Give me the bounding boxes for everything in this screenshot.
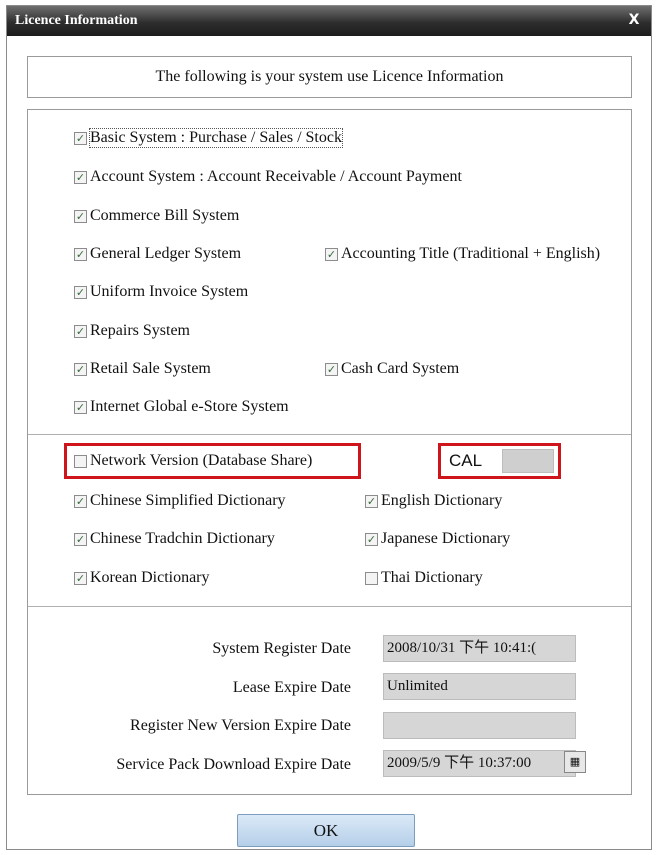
- checkbox-label: Commerce Bill System: [90, 207, 240, 224]
- checkbox-account-system[interactable]: Account System : Account Receivable / Ac…: [74, 166, 462, 188]
- checkbox-label: Retail Sale System: [90, 360, 211, 377]
- checkbox-english-dictionary[interactable]: English Dictionary: [365, 490, 502, 512]
- checkbox-general-ledger[interactable]: General Ledger System: [74, 243, 241, 265]
- checkbox-icon: [365, 494, 378, 508]
- header-text: The following is your system use Licence…: [155, 68, 504, 85]
- checkbox-icon: [74, 362, 87, 376]
- checkbox-label: Basic System : Purchase / Sales / Stock: [89, 128, 343, 148]
- checkbox-internet-estore[interactable]: Internet Global e-Store System: [74, 396, 289, 418]
- service-pack-expire-date-label: Service Pack Download Expire Date: [116, 756, 351, 773]
- title-bar[interactable]: Licence Information X: [7, 6, 651, 36]
- ok-button[interactable]: OK: [237, 814, 415, 847]
- close-icon[interactable]: X: [623, 10, 645, 30]
- checkbox-icon: [74, 209, 87, 223]
- checkbox-label: Japanese Dictionary: [381, 530, 511, 547]
- checkbox-label: Network Version (Database Share): [90, 452, 313, 469]
- checkbox-label: Thai Dictionary: [381, 569, 483, 586]
- divider: [28, 434, 631, 435]
- checkbox-icon: [325, 362, 338, 376]
- system-register-date-label: System Register Date: [212, 640, 351, 657]
- checkbox-icon: [74, 131, 87, 145]
- checkbox-icon: [74, 170, 87, 184]
- checkbox-network-version[interactable]: Network Version (Database Share): [74, 450, 312, 472]
- checkbox-icon: [74, 400, 87, 414]
- window-title: Licence Information: [15, 13, 138, 28]
- checkbox-japanese-dictionary[interactable]: Japanese Dictionary: [365, 528, 510, 550]
- checkbox-retail-sale[interactable]: Retail Sale System: [74, 358, 211, 380]
- checkbox-icon: [74, 571, 87, 585]
- checkbox-repairs[interactable]: Repairs System: [74, 320, 190, 342]
- lease-expire-date-label: Lease Expire Date: [232, 679, 351, 696]
- checkbox-uniform-invoice[interactable]: Uniform Invoice System: [74, 281, 248, 303]
- checkbox-label: Internet Global e-Store System: [90, 398, 289, 415]
- checkbox-chinese-simplified[interactable]: Chinese Simplified Dictionary: [74, 490, 286, 512]
- checkbox-label: General Ledger System: [90, 245, 242, 262]
- checkbox-chinese-tradchin[interactable]: Chinese Tradchin Dictionary: [74, 528, 275, 550]
- checkbox-icon: [74, 532, 87, 546]
- register-new-version-expire-date-field[interactable]: [383, 712, 576, 739]
- checkbox-icon: [365, 571, 378, 585]
- checkbox-label: Korean Dictionary: [90, 569, 210, 586]
- checkbox-korean-dictionary[interactable]: Korean Dictionary: [74, 567, 210, 589]
- checkbox-icon: [74, 247, 87, 261]
- checkbox-label: Uniform Invoice System: [90, 283, 249, 300]
- checkbox-icon: [74, 494, 87, 508]
- checkbox-label: English Dictionary: [381, 492, 503, 509]
- register-new-version-expire-date-label: Register New Version Expire Date: [130, 717, 351, 734]
- checkbox-commerce-bill[interactable]: Commerce Bill System: [74, 205, 239, 227]
- checkbox-icon: [74, 454, 87, 468]
- checkbox-icon: [74, 285, 87, 299]
- checkbox-basic-system[interactable]: Basic System : Purchase / Sales / Stock: [74, 127, 343, 149]
- checkbox-accounting-title[interactable]: Accounting Title (Traditional + English): [325, 243, 600, 265]
- licence-dialog: Licence Information X The following is y…: [6, 5, 652, 850]
- checkbox-cash-card[interactable]: Cash Card System: [325, 358, 459, 380]
- checkbox-icon: [74, 324, 87, 338]
- checkbox-label: Chinese Simplified Dictionary: [90, 492, 286, 509]
- system-register-date-field[interactable]: 2008/10/31 下午 10:41:(: [383, 635, 576, 662]
- lease-expire-date-field[interactable]: Unlimited: [383, 673, 576, 700]
- divider: [28, 606, 631, 607]
- service-pack-expire-date-field[interactable]: 2009/5/9 下午 10:37:00: [383, 750, 576, 777]
- checkbox-thai-dictionary[interactable]: Thai Dictionary: [365, 567, 483, 589]
- checkbox-icon: [325, 247, 338, 261]
- header-panel: The following is your system use Licence…: [27, 56, 632, 98]
- checkbox-icon: [365, 532, 378, 546]
- licence-panel: Basic System : Purchase / Sales / Stock …: [27, 109, 632, 795]
- checkbox-label: Account System : Account Receivable / Ac…: [90, 168, 462, 185]
- cal-label: CAL: [449, 451, 483, 470]
- checkbox-label: Chinese Tradchin Dictionary: [90, 530, 275, 547]
- cal-input[interactable]: [502, 449, 554, 473]
- calendar-icon[interactable]: ▦: [564, 751, 586, 773]
- checkbox-label: Accounting Title (Traditional + English): [341, 245, 601, 262]
- checkbox-label: Cash Card System: [341, 360, 460, 377]
- checkbox-label: Repairs System: [90, 322, 190, 339]
